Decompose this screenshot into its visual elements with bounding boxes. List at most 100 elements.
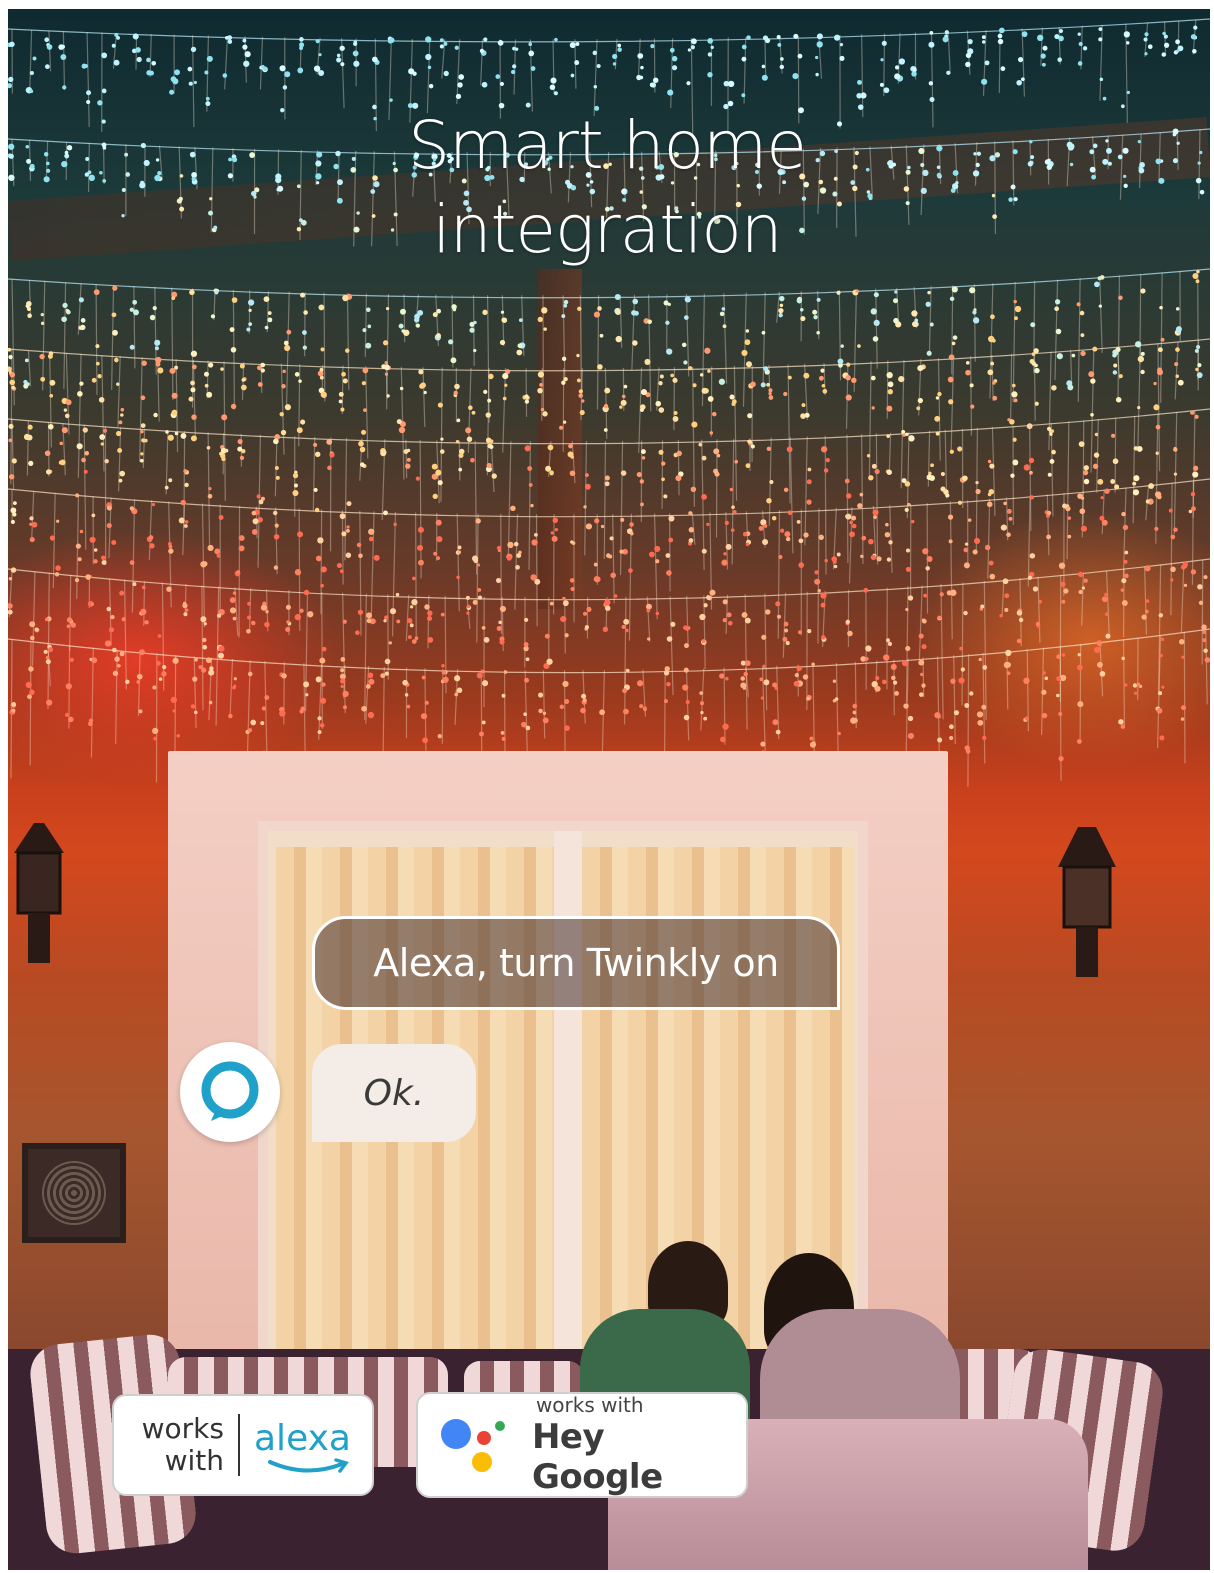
- light-bulb: [98, 397, 105, 403]
- light-bulb: [188, 81, 193, 86]
- light-bulb: [367, 672, 374, 679]
- light-bulb: [239, 455, 245, 461]
- light-bulb: [1067, 516, 1072, 520]
- light-bulb: [1046, 534, 1051, 540]
- light-bulb: [274, 523, 279, 528]
- light-bulb: [453, 390, 458, 395]
- light-bulb: [690, 486, 697, 493]
- light-bulb: [44, 37, 50, 43]
- light-bulb: [554, 527, 559, 532]
- light-bulb: [1034, 401, 1039, 406]
- icicle-drop: [280, 363, 285, 455]
- light-bulb: [1099, 671, 1106, 677]
- light-bulb: [207, 544, 214, 551]
- light-bulb: [1077, 571, 1084, 578]
- light-bulb: [361, 705, 367, 712]
- light-bulb: [233, 677, 237, 681]
- light-bulb: [628, 568, 633, 573]
- light-bulb: [1083, 578, 1088, 583]
- icicle-drop: [619, 440, 624, 576]
- light-bulb: [816, 297, 821, 302]
- light-bulb: [189, 289, 195, 296]
- light-bulb: [1177, 379, 1184, 386]
- light-bulb: [1000, 66, 1006, 72]
- light-bulb: [707, 38, 714, 44]
- light-bulb: [1118, 374, 1123, 379]
- light-bulb: [706, 595, 711, 600]
- wall-lamp-right: [1058, 827, 1116, 977]
- light-bulb: [872, 509, 879, 516]
- light-bulb: [1175, 374, 1180, 379]
- light-bulb: [136, 56, 142, 63]
- light-bulb: [1110, 479, 1116, 484]
- light-bulb: [1101, 519, 1108, 526]
- light-bulb: [620, 517, 625, 522]
- light-bulb: [652, 77, 659, 84]
- light-bulb: [27, 694, 32, 700]
- light-bulb: [894, 73, 901, 80]
- light-bulb: [599, 709, 605, 716]
- light-bulb: [479, 731, 484, 737]
- light-bulb: [806, 696, 811, 701]
- light-bulb: [969, 691, 974, 696]
- light-bulb: [500, 310, 505, 314]
- icicle-drop: [157, 358, 160, 422]
- light-bulb: [455, 93, 462, 100]
- light-bulb: [224, 448, 229, 453]
- icicle-drop: [456, 513, 460, 612]
- light-bulb: [962, 475, 968, 482]
- light-bulb: [119, 470, 126, 477]
- light-bulb: [609, 536, 614, 541]
- light-bulb: [672, 416, 679, 422]
- light-bulb: [264, 621, 270, 628]
- light-bulb: [1132, 683, 1138, 688]
- light-bulb: [208, 700, 213, 705]
- light-bulb: [247, 671, 253, 677]
- light-bulb: [964, 703, 970, 708]
- light-bulb: [640, 449, 646, 455]
- light-bulb: [1094, 281, 1100, 288]
- light-bulb: [1046, 510, 1052, 516]
- light-bulb: [1160, 337, 1165, 342]
- icicle-drop: [387, 594, 389, 680]
- light-bulb: [876, 556, 882, 562]
- light-bulb: [800, 413, 806, 419]
- icicle-drop: [391, 511, 397, 637]
- light-bulb: [1029, 470, 1033, 475]
- light-bulb: [1176, 49, 1180, 53]
- icicle-drop: [888, 432, 892, 475]
- light-bulb: [1010, 473, 1015, 478]
- light-bulb: [10, 507, 17, 514]
- light-bulb: [1144, 52, 1148, 56]
- light-bulb: [703, 716, 708, 721]
- light-bulb: [104, 640, 112, 647]
- light-bulb: [495, 74, 501, 79]
- light-bulb: [340, 684, 344, 689]
- light-bulb: [593, 562, 598, 567]
- light-bulb: [321, 682, 326, 687]
- light-bulb: [629, 531, 634, 536]
- light-bulb: [857, 79, 862, 85]
- light-bulb: [564, 699, 570, 705]
- light-bulb: [204, 70, 209, 75]
- light-bulb: [1132, 481, 1137, 486]
- light-bulb: [1195, 367, 1199, 372]
- light-bulb: [1121, 578, 1127, 584]
- light-bulb: [1049, 432, 1053, 436]
- light-bulb: [66, 624, 71, 629]
- light-bulb: [986, 501, 993, 508]
- light-bulb: [386, 394, 390, 398]
- light-bulb: [1006, 671, 1011, 676]
- light-bulb: [326, 439, 333, 445]
- light-bulb: [731, 505, 735, 510]
- icicle-drop: [500, 513, 503, 634]
- light-bulb: [741, 44, 747, 50]
- light-bulb: [244, 51, 251, 58]
- light-bulb: [515, 564, 520, 570]
- light-bulb: [504, 383, 508, 387]
- light-bulb: [1120, 588, 1124, 592]
- light-bulb: [251, 620, 256, 626]
- light-bulb: [671, 55, 678, 62]
- light-bulb: [1090, 378, 1096, 384]
- light-bulb: [927, 290, 931, 295]
